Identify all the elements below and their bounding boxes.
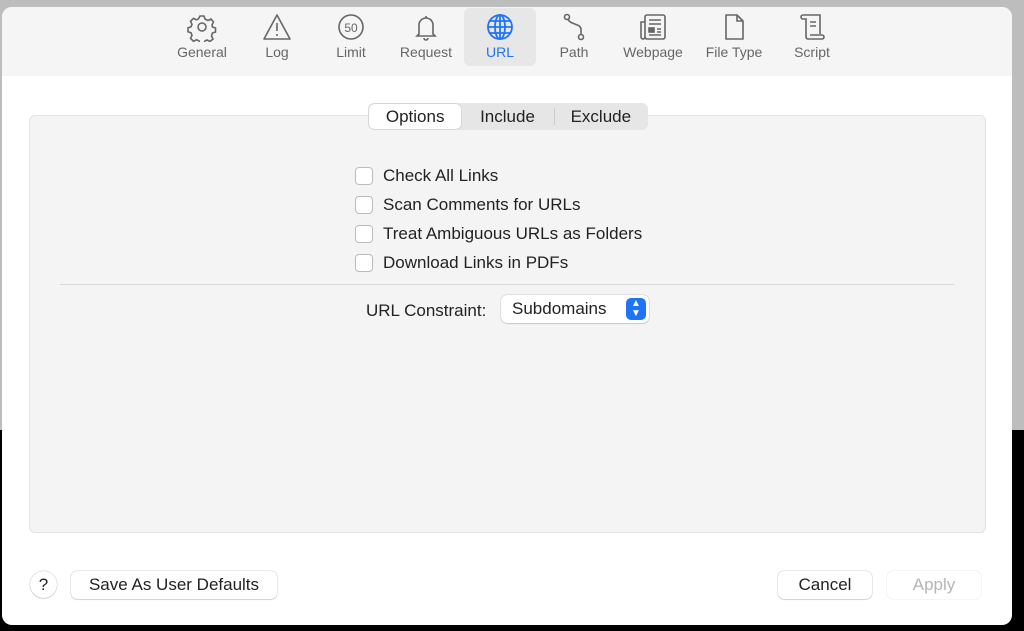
tab-label: File Type — [705, 44, 763, 60]
save-as-user-defaults-button[interactable]: Save As User Defaults — [71, 571, 277, 599]
tab-webpage[interactable]: Webpage — [617, 8, 689, 66]
checkbox-box[interactable] — [355, 254, 373, 272]
path-icon — [563, 13, 585, 41]
checkbox-label: Treat Ambiguous URLs as Folders — [383, 224, 643, 243]
help-button[interactable]: ? — [30, 571, 57, 598]
toolbar: General Log 50 Limit Request URL Path We… — [2, 7, 1012, 76]
tab-file-type[interactable]: File Type — [698, 8, 770, 66]
warning-icon — [263, 14, 291, 40]
tab-path[interactable]: Path — [538, 8, 610, 66]
scroll-icon — [800, 14, 825, 40]
select-value: Subdomains — [512, 299, 607, 318]
segmented-control: Options Include Exclude — [368, 103, 648, 130]
newspaper-icon — [640, 14, 666, 40]
globe-icon — [487, 14, 513, 40]
url-constraint-label: URL Constraint: — [366, 301, 487, 320]
bell-icon — [415, 16, 437, 41]
options-panel — [29, 115, 986, 533]
tab-options[interactable]: Options — [369, 104, 462, 129]
checkbox-label: Check All Links — [383, 166, 499, 185]
tab-url[interactable]: URL — [464, 8, 536, 66]
tab-limit[interactable]: 50 Limit — [315, 8, 387, 66]
file-icon — [725, 14, 744, 40]
checkbox-box[interactable] — [355, 196, 373, 214]
url-settings-dialog: General Log 50 Limit Request URL Path We… — [2, 7, 1012, 625]
tab-script[interactable]: Script — [776, 8, 848, 66]
cancel-button[interactable]: Cancel — [778, 571, 872, 599]
tab-log[interactable]: Log — [241, 8, 313, 66]
tab-label: Script — [794, 44, 830, 60]
tab-request[interactable]: Request — [390, 8, 462, 66]
checkbox-label: Scan Comments for URLs — [383, 195, 581, 214]
chevron-up-down-icon: ▲ ▼ — [626, 298, 646, 320]
divider — [60, 284, 955, 285]
gear-icon — [187, 15, 217, 42]
check-all-links-checkbox[interactable]: Check All Links — [355, 166, 498, 186]
checkbox-box[interactable] — [355, 167, 373, 185]
svg-text:50: 50 — [344, 21, 358, 35]
tab-label: Request — [399, 44, 453, 60]
tab-label: URL — [485, 44, 514, 60]
url-constraint-select[interactable]: Subdomains ▲ ▼ — [501, 295, 649, 323]
tab-label: Log — [265, 44, 289, 60]
tab-include[interactable]: Include — [461, 104, 553, 129]
apply-button[interactable]: Apply — [887, 571, 981, 599]
tab-label: Webpage — [623, 44, 683, 60]
tab-exclude[interactable]: Exclude — [553, 107, 647, 126]
limit-50-icon: 50 — [338, 14, 364, 40]
tab-label: Limit — [336, 44, 366, 60]
checkbox-label: Download Links in PDFs — [383, 253, 569, 272]
tab-label: Path — [559, 44, 589, 60]
download-links-pdfs-checkbox[interactable]: Download Links in PDFs — [355, 253, 568, 273]
tab-general[interactable]: General — [166, 8, 238, 66]
tab-label: General — [177, 44, 227, 60]
scan-comments-checkbox[interactable]: Scan Comments for URLs — [355, 195, 580, 215]
checkbox-box[interactable] — [355, 225, 373, 243]
treat-ambiguous-urls-checkbox[interactable]: Treat Ambiguous URLs as Folders — [355, 224, 642, 244]
